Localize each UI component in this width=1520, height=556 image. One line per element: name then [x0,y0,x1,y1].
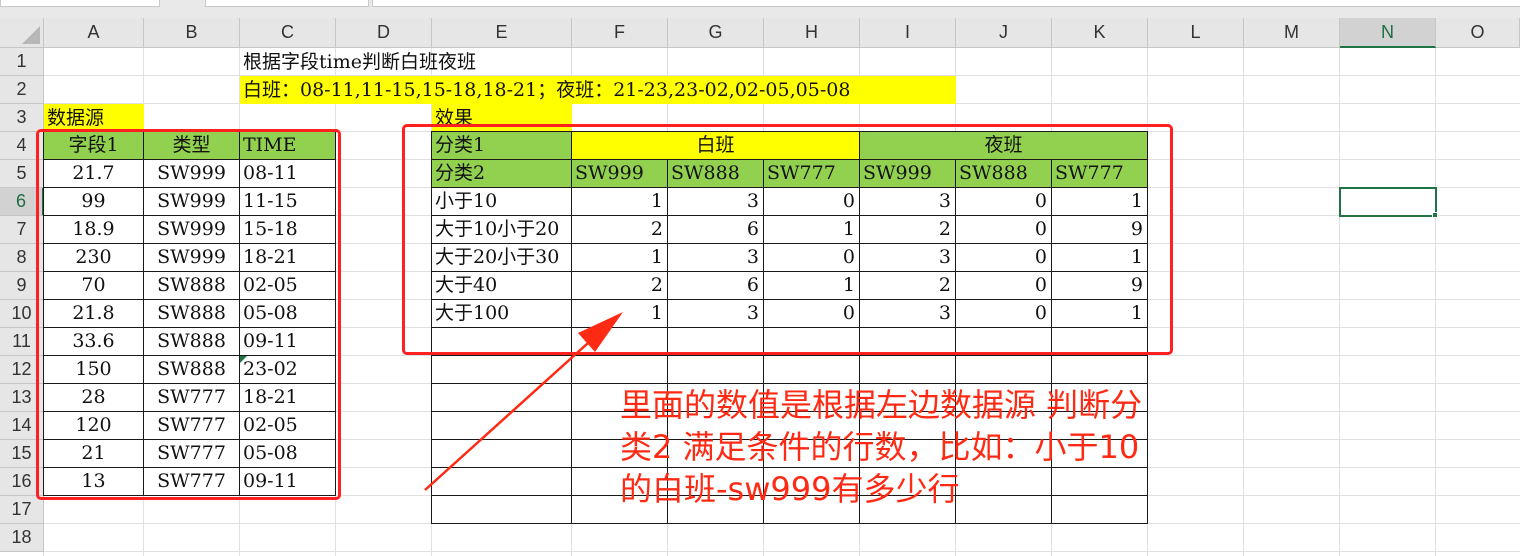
empty-cell[interactable] [763,355,860,384]
empty-cell[interactable] [571,355,668,384]
empty-cell[interactable] [859,355,956,384]
empty-cell[interactable] [431,439,572,468]
result-highlight-box [402,124,1173,355]
row-header-18[interactable]: 18 [0,524,44,552]
column-header-h[interactable]: H [764,18,860,48]
corner-triangle [22,26,40,44]
column-header-f[interactable]: F [572,18,668,48]
column-header-j[interactable]: J [956,18,1052,48]
empty-cell[interactable] [667,355,764,384]
row-header-1[interactable]: 1 [0,48,44,76]
annotation-line: 类2 满足条件的行数，比如：小于10 [620,428,1140,466]
column-header-e[interactable]: E [432,18,572,48]
empty-cell[interactable] [431,467,572,496]
empty-cell[interactable] [1051,355,1148,384]
empty-cell[interactable] [431,495,572,524]
column-header-k[interactable]: K [1052,18,1148,48]
empty-cell[interactable] [431,411,572,440]
annotation-line: 里面的数值是根据左边数据源 判断分 [620,386,1143,424]
source-highlight-box [36,129,341,500]
column-header-i[interactable]: I [860,18,956,48]
column-header-l[interactable]: L [1148,18,1244,48]
shift-definition[interactable]: 白班：08-11,11-15,15-18,18-21；夜班：21-23,23-0… [240,76,850,104]
row-header-3[interactable]: 3 [0,104,44,132]
sheet-title[interactable]: 根据字段time判断白班夜班 [240,48,476,76]
column-header-c[interactable]: C [240,18,336,48]
empty-cell[interactable] [955,355,1052,384]
annotation-text: 里面的数值是根据左边数据源 判断分 类2 满足条件的行数，比如：小于10 的白班… [620,384,1142,510]
active-cell-selection[interactable] [1339,187,1437,217]
row-header-17[interactable]: 17 [0,496,44,524]
select-all-corner[interactable] [0,18,44,48]
gridline-vertical [1339,18,1340,556]
column-header-g[interactable]: G [668,18,764,48]
column-header-a[interactable]: A [44,18,144,48]
gridline-vertical [1243,18,1244,556]
empty-cell[interactable] [431,355,572,384]
data-source-label[interactable]: 数据源 [44,104,144,132]
gridline-vertical [1435,18,1436,556]
fill-handle[interactable] [1432,212,1438,218]
column-header-n[interactable]: N [1340,18,1436,48]
row-header-2[interactable]: 2 [0,76,44,104]
column-header-d[interactable]: D [336,18,432,48]
column-header-m[interactable]: M [1244,18,1340,48]
gridline-horizontal [0,551,1520,552]
column-header-b[interactable]: B [144,18,240,48]
annotation-line: 的白班-sw999有多少行 [620,470,960,508]
empty-cell[interactable] [431,383,572,412]
column-header-o[interactable]: O [1436,18,1520,48]
